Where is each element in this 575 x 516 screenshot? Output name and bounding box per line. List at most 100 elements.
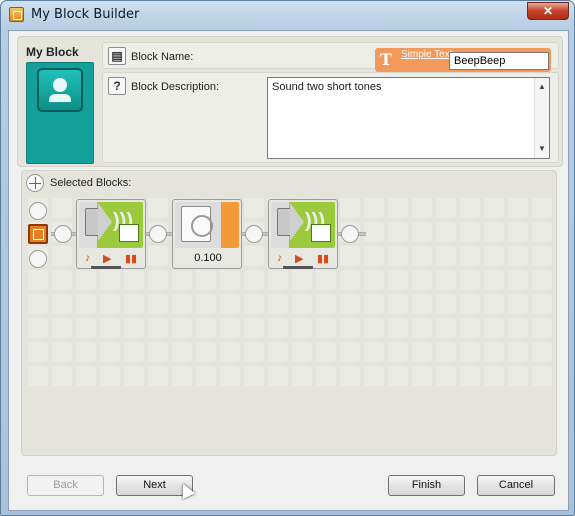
grid-cell xyxy=(388,270,408,290)
grid-cell xyxy=(172,318,192,338)
grid-cell xyxy=(340,270,360,290)
connector-top[interactable] xyxy=(29,202,47,220)
grid-cell xyxy=(340,198,360,218)
grid-cell xyxy=(508,366,528,386)
block-name-input[interactable] xyxy=(449,52,549,70)
grid-cell xyxy=(292,294,312,314)
grid-cell xyxy=(484,366,504,386)
scroll-down-icon[interactable]: ▼ xyxy=(538,144,546,153)
grid-cell xyxy=(388,318,408,338)
grid-cell xyxy=(484,270,504,290)
grid-cell xyxy=(244,270,264,290)
app-icon xyxy=(9,7,24,22)
grid-cell xyxy=(364,246,384,266)
grid-cell xyxy=(148,294,168,314)
grid-cell xyxy=(484,246,504,266)
grid-cell xyxy=(148,270,168,290)
grid-cell xyxy=(532,222,552,242)
cancel-button[interactable]: Cancel xyxy=(477,475,555,496)
grid-cell xyxy=(244,294,264,314)
sound-block-1[interactable]: ))) ♪ ▶ ▮▮ xyxy=(76,199,146,269)
data-plug-icon xyxy=(311,224,331,242)
grid-cell xyxy=(508,222,528,242)
grid-cell xyxy=(364,270,384,290)
connector-end xyxy=(341,225,359,243)
grid-cell xyxy=(124,318,144,338)
grid-cell xyxy=(316,270,336,290)
selected-blocks-panel: Selected Blocks: ))) ♪ ▶ ▮▮ 0.100))) ♪ … xyxy=(21,170,557,456)
close-button[interactable]: ✕ xyxy=(527,2,569,20)
grid-cell xyxy=(532,198,552,218)
grid-cell xyxy=(76,318,96,338)
finish-button[interactable]: Finish xyxy=(388,475,465,496)
grid-cell xyxy=(460,270,480,290)
simple-text-area: T Simple Text xyxy=(375,48,551,72)
grid-cell xyxy=(412,270,432,290)
grid-cell xyxy=(484,198,504,218)
grid-cell xyxy=(28,270,48,290)
grid-cell xyxy=(52,246,72,266)
grid-cell xyxy=(484,222,504,242)
connector-bottom[interactable] xyxy=(29,250,47,268)
grid-cell xyxy=(244,366,264,386)
grid-cell xyxy=(412,246,432,266)
grid-cell xyxy=(28,294,48,314)
connector-2 xyxy=(245,225,263,243)
grid-cell xyxy=(148,198,168,218)
block-description-textarea[interactable]: Sound two short tones ▲ ▼ xyxy=(267,77,550,159)
grid-cell xyxy=(508,294,528,314)
sound-block-face: ))) xyxy=(79,202,143,248)
block-preview-icon xyxy=(26,62,94,164)
grid-cell xyxy=(532,318,552,338)
grid-cell xyxy=(412,366,432,386)
block-description-row: ? Block Description: Sound two short ton… xyxy=(102,72,559,163)
grid-cell xyxy=(412,294,432,314)
note-icon: ♪ xyxy=(85,252,91,264)
grid-cell xyxy=(28,342,48,362)
grid-cell xyxy=(244,198,264,218)
grid-cell xyxy=(244,342,264,362)
wait-block[interactable]: 0.100 xyxy=(172,199,242,269)
grid-cell xyxy=(100,294,120,314)
grid-cell xyxy=(364,366,384,386)
grid-cell xyxy=(364,318,384,338)
name-card-icon: ▤ xyxy=(108,47,126,65)
my-block-icon xyxy=(37,68,83,112)
volume-icon: ▮▮ xyxy=(317,253,330,265)
grid-cell xyxy=(100,342,120,362)
grid-cell xyxy=(412,342,432,362)
back-button[interactable]: Back xyxy=(27,475,104,496)
start-icon xyxy=(28,224,48,244)
grid-cell xyxy=(436,342,456,362)
grid-cell xyxy=(268,318,288,338)
grid-cell xyxy=(172,366,192,386)
sound-block-2[interactable]: ))) ♪ ▶ ▮▮ xyxy=(268,199,338,269)
grid-cell xyxy=(124,270,144,290)
grid-cell xyxy=(508,342,528,362)
grid-cell xyxy=(436,294,456,314)
grid-cell xyxy=(316,366,336,386)
grid-cell xyxy=(76,270,96,290)
scroll-up-icon[interactable]: ▲ xyxy=(538,82,546,91)
note-icon: ♪ xyxy=(277,252,283,264)
grid-cell xyxy=(268,366,288,386)
description-scrollbar[interactable]: ▲ ▼ xyxy=(534,78,549,158)
grid-cell xyxy=(52,294,72,314)
crosshair-icon xyxy=(26,174,44,192)
grid-cell xyxy=(220,270,240,290)
grid-cell xyxy=(196,270,216,290)
grid-cell xyxy=(220,366,240,386)
volume-icon: ▮▮ xyxy=(125,253,138,265)
description-text: Sound two short tones xyxy=(272,81,382,93)
grid-cell xyxy=(460,318,480,338)
grid-cell xyxy=(388,198,408,218)
grid-cell xyxy=(148,246,168,266)
grid-cell xyxy=(172,294,192,314)
simple-text-link[interactable]: Simple Text xyxy=(401,49,453,60)
block-description-label: Block Description: xyxy=(131,81,220,93)
grid-cell xyxy=(244,318,264,338)
grid-cell xyxy=(412,222,432,242)
grid-cell xyxy=(460,342,480,362)
grid-cell xyxy=(148,366,168,386)
grid-cell xyxy=(100,318,120,338)
